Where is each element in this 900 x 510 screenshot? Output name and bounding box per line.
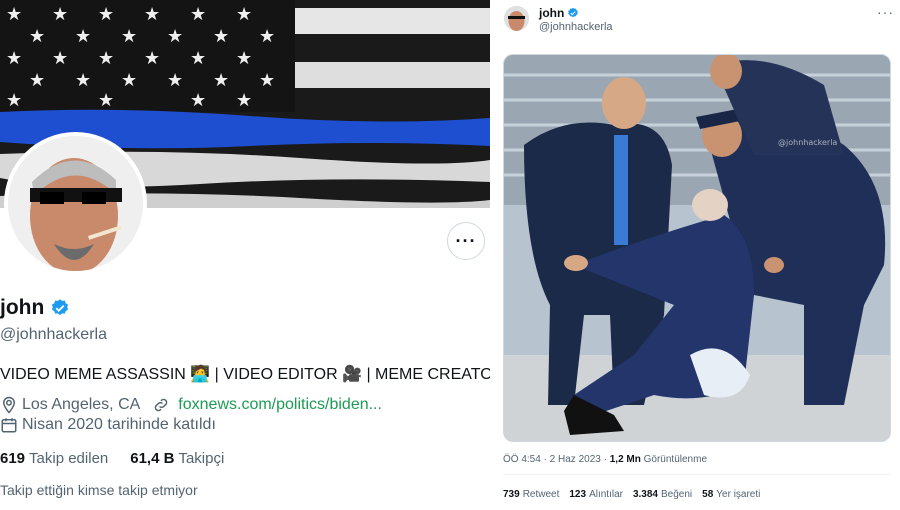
svg-text:★: ★: [213, 26, 229, 47]
panel-divider: [490, 0, 500, 510]
retweets-count: 739: [503, 489, 520, 500]
profile-panel: ★ ★ ★ ★ ★ ★ ★ ★ ★ ★ ★ ★ ★ ★ ★ ★ ★ ★ ★ ★ ★ ★ ★ ★ ★ ★ ★ ★ ···: [0, 0, 490, 510]
bookmarks-stat[interactable]: 58 Yer işareti: [702, 489, 760, 500]
quotes-count: 123: [569, 489, 587, 500]
svg-text:★: ★: [259, 26, 275, 47]
profile-more-button[interactable]: ···: [447, 222, 485, 260]
tweet-media-photo[interactable]: @johnhackerla: [503, 54, 891, 442]
followers-label: Takipçi: [178, 450, 225, 467]
followers-link[interactable]: 61,4 B Takipçi: [130, 450, 224, 467]
svg-text:★: ★: [52, 48, 68, 69]
following-link[interactable]: 619 Takip edilen: [0, 450, 108, 467]
watermark-handle: @johnhackerla: [778, 138, 837, 147]
tweet-timestamp-row: ÖÖ 4:54 · 2 Haz 2023 · 1,2 Mn Görüntülen…: [503, 454, 707, 465]
link-icon: [155, 398, 168, 412]
svg-text:★: ★: [29, 70, 45, 91]
quotes-label: Alıntılar: [589, 489, 623, 500]
svg-text:★: ★: [236, 48, 252, 69]
svg-text:★: ★: [6, 4, 22, 25]
svg-text:★: ★: [6, 90, 22, 111]
tweet-engagement-stats: 739 Retweet 123 Alıntılar 3.384 Beğeni 58 Ye…: [503, 489, 760, 500]
svg-text:★: ★: [98, 4, 114, 25]
svg-text:★: ★: [236, 4, 252, 25]
svg-text:★: ★: [29, 26, 45, 47]
svg-text:★: ★: [213, 70, 229, 91]
more-horizontal-icon: ···: [455, 230, 477, 251]
svg-text:★: ★: [167, 26, 183, 47]
likes-stat[interactable]: 3.384 Beğeni: [633, 489, 692, 500]
profile-handle: @johnhackerla: [0, 326, 107, 343]
svg-text:★: ★: [6, 48, 22, 69]
bookmarks-count: 58: [702, 489, 714, 500]
svg-text:★: ★: [98, 90, 114, 111]
profile-meta-location-row: Los Angeles, CA foxnews.com/politics/bid…: [0, 396, 382, 414]
verified-badge-icon: [52, 299, 69, 316]
location-pin-icon: [2, 396, 16, 414]
ceremony-stage-photo: @johnhackerla: [504, 55, 890, 441]
svg-text:★: ★: [259, 70, 275, 91]
tweet-more-icon[interactable]: ···: [877, 4, 894, 20]
profile-follow-stats: 619 Takip edilen 61,4 B Takipçi: [0, 450, 224, 467]
tweet-views-label: Görüntülenme: [643, 454, 708, 465]
svg-text:★: ★: [52, 4, 68, 25]
svg-text:★: ★: [190, 90, 206, 111]
profile-bio: VIDEO MEME ASSASSIN 🧑‍💻 | VIDEO EDITOR 🎥…: [0, 366, 490, 383]
quotes-stat[interactable]: 123 Alıntılar: [569, 489, 623, 500]
svg-text:★: ★: [144, 4, 160, 25]
tweet-timestamp[interactable]: ÖÖ 4:54 · 2 Haz 2023 ·: [503, 454, 607, 465]
likes-label: Beğeni: [661, 489, 693, 500]
tweet-views-count: 1,2 Mn: [609, 454, 641, 465]
bookmarks-label: Yer işareti: [716, 489, 761, 500]
tweet-author-handle[interactable]: @johnhackerla: [539, 21, 613, 33]
retweets-label: Retweet: [522, 489, 560, 500]
mutual-followers-text: Takip ettiğin kimse takip etmiyor: [0, 482, 198, 498]
tweet-stats-divider: [503, 474, 891, 475]
meme-face-avatar-image: [8, 136, 143, 271]
profile-website-link[interactable]: foxnews.com/politics/biden...: [178, 396, 382, 414]
profile-location: Los Angeles, CA: [22, 396, 141, 413]
tweet-author-name-row[interactable]: john: [539, 6, 579, 20]
svg-text:★: ★: [121, 26, 137, 47]
svg-text:★: ★: [236, 90, 252, 111]
svg-text:★: ★: [190, 4, 206, 25]
profile-display-name: john: [0, 296, 45, 319]
svg-text:★: ★: [167, 70, 183, 91]
followers-count: 61,4 B: [130, 450, 175, 467]
svg-text:★: ★: [121, 70, 137, 91]
tweet-author-avatar[interactable]: [504, 6, 529, 31]
likes-count: 3.384: [632, 489, 658, 500]
profile-avatar[interactable]: [4, 132, 147, 275]
profile-name-row: john: [0, 296, 70, 320]
meme-face-avatar-image: [504, 6, 529, 31]
profile-joined-date: Nisan 2020 tarihinde katıldı: [22, 416, 216, 433]
profile-meta-joined-row: Nisan 2020 tarihinde katıldı: [0, 416, 216, 434]
svg-text:★: ★: [75, 70, 91, 91]
svg-text:★: ★: [98, 48, 114, 69]
svg-text:★: ★: [144, 48, 160, 69]
svg-text:★: ★: [190, 48, 206, 69]
verified-badge-icon: [568, 7, 579, 18]
calendar-icon: [1, 418, 17, 433]
following-label: Takip edilen: [29, 450, 109, 467]
following-count: 619: [0, 450, 26, 467]
svg-text:★: ★: [75, 26, 91, 47]
tweet-panel: john @johnhackerla ··· @johnhackerla ÖÖ …: [500, 0, 900, 510]
retweets-stat[interactable]: 739 Retweet: [503, 489, 559, 500]
tweet-author-name: john: [539, 6, 565, 20]
